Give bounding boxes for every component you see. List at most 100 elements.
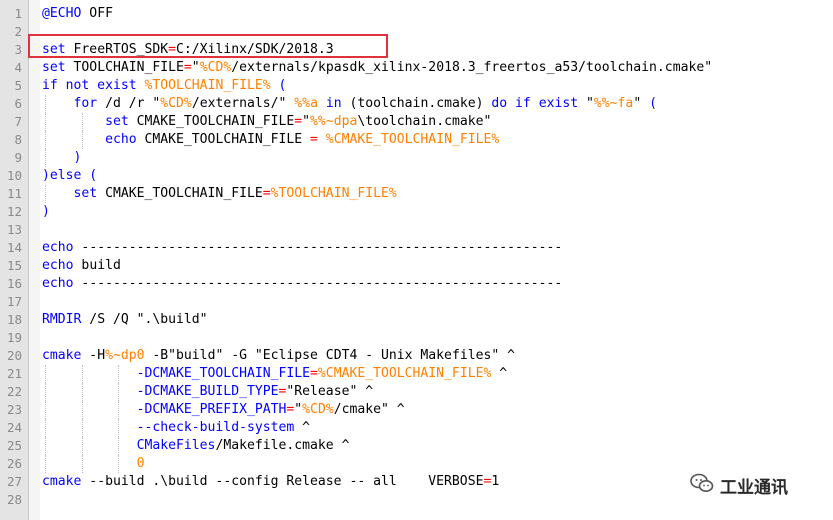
line-number: 11 xyxy=(6,186,22,201)
code-text[interactable]: for /d /r "%CD%/externals/" %%a in (tool… xyxy=(42,95,657,113)
code-line[interactable]: 9 ) xyxy=(0,149,833,167)
code-line[interactable]: 18 RMDIR /S /Q ".\build" xyxy=(0,311,833,329)
code-token: CMAKE_TOOLCHAIN_FILE xyxy=(128,114,295,129)
code-token: /externals/kpasdk_xilinx-2018.3_freertos… xyxy=(231,60,713,75)
watermark-text: 工业通讯 xyxy=(720,477,788,498)
code-line[interactable]: 20 cmake -H%~dp0 -B"build" -G "Eclipse CD… xyxy=(0,347,833,365)
code-line[interactable]: 5 if not exist %TOOLCHAIN_FILE% ( xyxy=(0,77,833,95)
code-line[interactable]: 15 echo build xyxy=(0,257,833,275)
code-text[interactable]: echo build xyxy=(42,257,121,275)
code-line[interactable]: 25 CMakeFiles/Makefile.cmake ^ xyxy=(0,437,833,455)
code-token: cmake xyxy=(42,474,82,489)
line-number: 14 xyxy=(6,240,22,255)
code-line[interactable]: 22 -DCMAKE_BUILD_TYPE="Release" ^ xyxy=(0,383,833,401)
code-text[interactable]: -DCMAKE_TOOLCHAIN_FILE=%CMAKE_TOOLCHAIN_… xyxy=(42,365,508,383)
code-token: build xyxy=(73,258,121,273)
code-token: -DCMAKE_BUILD_TYPE xyxy=(42,384,279,399)
code-line[interactable]: 1 @ECHO OFF xyxy=(0,5,833,23)
code-text[interactable]: set TOOLCHAIN_FILE="%CD%/externals/kpasd… xyxy=(42,59,712,77)
code-line[interactable]: 17 xyxy=(0,293,833,311)
code-token: 0 xyxy=(42,456,145,471)
line-number: 16 xyxy=(6,276,22,291)
code-line[interactable]: 13 xyxy=(0,221,833,239)
code-line[interactable]: 16 echo ---------------------------------… xyxy=(0,275,833,293)
line-number: 6 xyxy=(14,96,22,111)
code-line[interactable]: 10 )else ( xyxy=(0,167,833,185)
code-text[interactable]: 0 xyxy=(42,455,145,473)
code-token: "Release" ^ xyxy=(286,384,374,399)
code-text[interactable]: cmake -H%~dp0 -B"build" -G "Eclipse CDT4… xyxy=(42,347,515,365)
code-token: in xyxy=(317,96,342,111)
code-token: --check-build-system xyxy=(42,420,295,435)
code-line[interactable]: 12) xyxy=(0,203,833,221)
code-line[interactable]: 8 echo CMAKE_TOOLCHAIN_FILE = %CMAKE_TOO… xyxy=(0,131,833,149)
code-text[interactable]: echo -----------------------------------… xyxy=(42,239,562,257)
code-token: " xyxy=(191,60,200,75)
code-token: = xyxy=(310,366,318,381)
code-token: TOOLCHAIN_FILE xyxy=(65,60,184,75)
code-token: echo xyxy=(42,240,74,255)
code-token: echo xyxy=(42,132,137,147)
code-text[interactable]: -DCMAKE_BUILD_TYPE="Release" ^ xyxy=(42,383,374,401)
code-token: CMakeFiles xyxy=(42,438,216,453)
code-token: do if exist xyxy=(491,96,579,111)
line-number: 21 xyxy=(6,366,22,381)
code-text[interactable]: )else ( xyxy=(42,167,97,185)
code-token: -DCMAKE_TOOLCHAIN_FILE xyxy=(42,366,311,381)
code-token: %%~fa xyxy=(593,96,634,111)
code-text[interactable]: set CMAKE_TOOLCHAIN_FILE="%%~dpa\toolcha… xyxy=(42,113,491,131)
code-token: = xyxy=(294,114,303,129)
line-number: 12 xyxy=(6,204,22,219)
code-token: = xyxy=(183,60,192,75)
line-number: 24 xyxy=(6,420,22,435)
code-token: /Makefile.cmake ^ xyxy=(215,438,350,453)
code-token: = xyxy=(262,186,271,201)
code-token: ( xyxy=(641,96,657,111)
code-line[interactable]: 23 -DCMAKE_PREFIX_PATH="%CD%/cmake" ^ xyxy=(0,401,833,419)
code-text[interactable]: set CMAKE_TOOLCHAIN_FILE=%TOOLCHAIN_FILE… xyxy=(42,185,397,203)
line-number: 3 xyxy=(14,42,22,57)
code-text[interactable]: ) xyxy=(42,149,82,167)
code-line[interactable]: 24 --check-build-system ^ xyxy=(0,419,833,437)
code-token: %CD% xyxy=(302,402,334,417)
code-line[interactable]: 11 set CMAKE_TOOLCHAIN_FILE=%TOOLCHAIN_F… xyxy=(0,185,833,203)
code-text[interactable]: -DCMAKE_PREFIX_PATH="%CD%/cmake" ^ xyxy=(42,401,405,419)
code-text[interactable]: echo CMAKE_TOOLCHAIN_FILE = %CMAKE_TOOLC… xyxy=(42,131,499,149)
code-text[interactable]: echo -----------------------------------… xyxy=(42,275,562,293)
code-token: ^ xyxy=(294,420,311,435)
code-token: set xyxy=(42,60,66,75)
code-token: CMAKE_TOOLCHAIN_FILE xyxy=(97,186,263,201)
code-token: OFF xyxy=(81,6,113,21)
line-number: 27 xyxy=(6,474,22,489)
code-token: echo xyxy=(42,258,74,273)
code-token: ) xyxy=(42,204,50,219)
code-text[interactable]: RMDIR /S /Q ".\build" xyxy=(42,311,208,329)
line-number: 10 xyxy=(6,168,22,183)
code-editor[interactable]: 1 @ECHO OFF 2 3 set FreeRTOS_SDK=C:/Xilinx/S… xyxy=(0,5,833,509)
line-number: 23 xyxy=(6,402,22,417)
code-token: echo xyxy=(42,276,74,291)
code-text[interactable]: ) xyxy=(42,203,50,221)
line-number: 7 xyxy=(14,114,22,129)
code-line[interactable]: 7 set CMAKE_TOOLCHAIN_FILE="%%~dpa\toolc… xyxy=(0,113,833,131)
code-token: %~dp0 xyxy=(105,348,145,363)
code-line[interactable]: 14 echo ---------------------------------… xyxy=(0,239,833,257)
code-text[interactable]: cmake --build .\build --config Release -… xyxy=(42,473,499,491)
code-text[interactable]: --check-build-system ^ xyxy=(42,419,310,437)
code-line[interactable]: 4 set TOOLCHAIN_FILE="%CD%/externals/kpas… xyxy=(0,59,833,77)
code-line[interactable]: 21 -DCMAKE_TOOLCHAIN_FILE=%CMAKE_TOOLCHA… xyxy=(0,365,833,383)
code-token: %TOOLCHAIN_FILE% xyxy=(270,186,397,201)
code-token: %CMAKE_TOOLCHAIN_FILE% xyxy=(325,132,500,147)
code-text[interactable]: CMakeFiles/Makefile.cmake ^ xyxy=(42,437,350,455)
line-number: 19 xyxy=(6,330,22,345)
code-text[interactable]: @ECHO OFF xyxy=(42,5,113,23)
watermark: 工业通讯 xyxy=(690,471,788,499)
code-token: %CD% xyxy=(199,60,232,75)
code-text[interactable]: if not exist %TOOLCHAIN_FILE% ( xyxy=(42,77,286,95)
code-line[interactable]: 6 for /d /r "%CD%/externals/" %%a in (to… xyxy=(0,95,833,113)
code-token: %CD% xyxy=(160,96,192,111)
line-number: 20 xyxy=(6,348,22,363)
code-line[interactable]: 19 xyxy=(0,329,833,347)
